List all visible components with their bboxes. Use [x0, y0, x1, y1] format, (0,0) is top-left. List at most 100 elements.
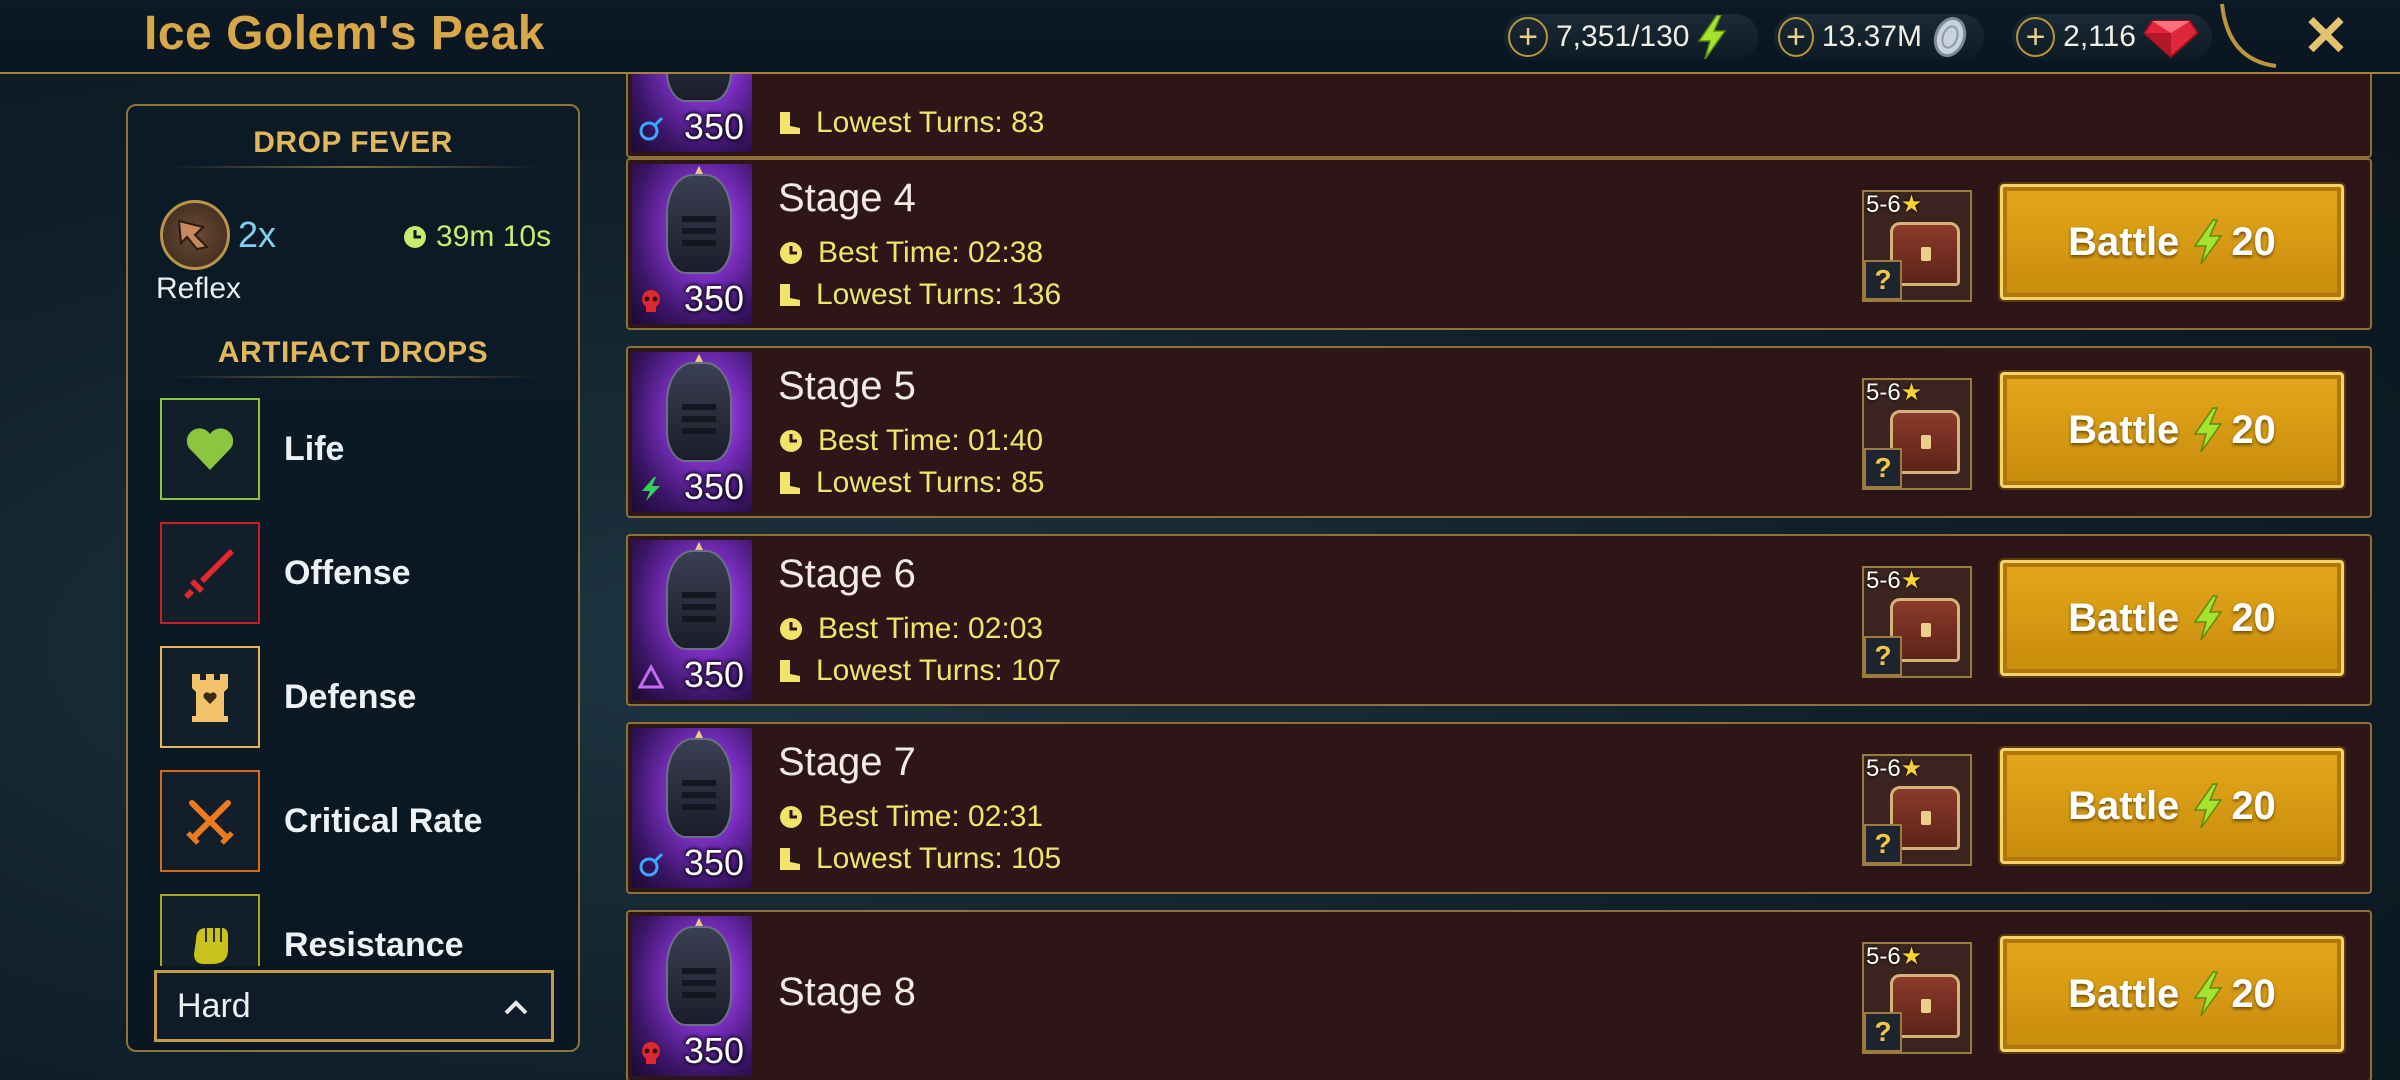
void-affinity-icon [638, 664, 664, 689]
battle-label: Battle [2068, 219, 2180, 264]
best-time: Best Time: 01:40 [778, 424, 1043, 458]
page-title: Ice Golem's Peak [144, 7, 545, 60]
offense-set-icon [160, 522, 260, 624]
clock-icon [780, 806, 802, 828]
add-gems-button[interactable]: + [2016, 17, 2056, 57]
divider [168, 376, 542, 378]
artifact-drops-title: ARTIFACT DROPS [217, 336, 489, 369]
unknown-reward-icon: ? [1864, 824, 1902, 864]
fever-timer-text: 39m 10s [436, 220, 552, 253]
unknown-reward-icon: ? [1864, 636, 1902, 676]
stage-name: Stage 8 [778, 970, 916, 1014]
reward-rank: 5-6 ★ [1866, 942, 1923, 971]
best-time: Best Time: 02:38 [778, 236, 1043, 270]
lowest-turns: Lowest Turns: 83 [778, 106, 1044, 140]
reward-rank: 5-6 ★ [1866, 190, 1923, 219]
energy-bolt-icon [2193, 595, 2223, 641]
drop-item-defense[interactable]: Defense [160, 646, 560, 748]
boot-icon [780, 112, 800, 134]
reward-chest[interactable]: 5-6 ★ ? [1862, 566, 1972, 678]
force-affinity-icon [642, 290, 660, 312]
energy-bolt-icon [2193, 407, 2223, 453]
boss-portrait: 350 [632, 728, 752, 888]
fever-multiplier: 2x [238, 214, 277, 255]
energy-bolt-icon [1695, 15, 1729, 59]
energy-bolt-icon [2193, 971, 2223, 1017]
battle-button[interactable]: Battle 20 [2000, 560, 2344, 676]
boot-icon [780, 284, 800, 306]
boot-icon [780, 848, 800, 870]
defense-set-icon [160, 646, 260, 748]
reward-chest[interactable]: 5-6 ★ ? [1862, 942, 1972, 1054]
star-icon: ★ [1900, 567, 1923, 594]
star-icon: ★ [1900, 755, 1923, 782]
boss-power: 350 [683, 1030, 744, 1071]
add-silver-button[interactable]: + [1778, 17, 1814, 57]
life-set-icon [160, 398, 260, 500]
battle-button[interactable]: Battle 20 [2000, 372, 2344, 488]
lowest-turns-text: Lowest Turns: 85 [816, 466, 1045, 499]
best-time-text: Best Time: 02:03 [818, 612, 1044, 645]
resistance-set-icon [160, 894, 260, 966]
boss-power: 350 [683, 842, 744, 883]
battle-button[interactable]: Battle 20 [2000, 748, 2344, 864]
boss-portrait: 350 [632, 352, 752, 512]
lowest-turns-text: Lowest Turns: 136 [816, 278, 1062, 311]
drop-item-critical-rate[interactable]: Critical Rate [160, 770, 560, 872]
drop-item-life[interactable]: Life [160, 398, 560, 500]
reward-chest[interactable]: 5-6 ★ ? [1862, 378, 1972, 490]
gem-resource[interactable]: + 2,116 [2012, 14, 2212, 60]
reward-rank: 5-6 ★ [1866, 566, 1923, 595]
boot-icon [780, 660, 800, 682]
energy-value: 7,351/130 [1556, 20, 1690, 53]
gem-icon [2142, 15, 2200, 59]
energy-resource[interactable]: + 7,351/130 [1504, 14, 1758, 60]
lowest-turns: Lowest Turns: 85 [778, 466, 1044, 500]
silver-resource[interactable]: + 13.37M [1774, 14, 1984, 60]
reflex-set-icon[interactable] [160, 200, 230, 270]
drop-label: Critical Rate [284, 801, 483, 840]
energy-bolt-icon [2193, 783, 2223, 829]
close-icon[interactable]: ✕ [2298, 8, 2354, 64]
star-icon: ★ [1900, 943, 1923, 970]
drop-label: Offense [284, 553, 411, 592]
lowest-turns: Lowest Turns: 105 [778, 842, 1061, 876]
stage-row-6: 350 Stage 6 Best Time: 02:03 Lowest Turn… [626, 534, 2372, 706]
fever-set-name: Reflex [156, 272, 242, 305]
boot-icon [780, 472, 800, 494]
best-time: Best Time: 02:31 [778, 800, 1043, 834]
reward-rank: 5-6 ★ [1866, 378, 1923, 407]
best-time-text: Best Time: 02:31 [818, 800, 1044, 833]
boss-portrait: 350 [632, 540, 752, 700]
energy-cost: 20 [2231, 783, 2276, 828]
reward-chest[interactable]: 5-6 ★ ? [1862, 754, 1972, 866]
stage-row-4: 350 Stage 4 Best Time: 02:38 Lowest Turn… [626, 158, 2372, 330]
drop-item-offense[interactable]: Offense [160, 522, 560, 624]
stage-list[interactable]: 350 Lowest Turns: 83 ? 350 Stage 4 Best … [626, 74, 2372, 1080]
lowest-turns: Lowest Turns: 107 [778, 654, 1061, 688]
add-energy-button[interactable]: + [1508, 17, 1548, 57]
clock-icon [404, 226, 426, 248]
drop-panel: DROP FEVER 2x 39m 10s Reflex ARTIFACT DR… [126, 104, 580, 1052]
drop-item-resistance[interactable]: Resistance [160, 894, 560, 966]
magic-affinity-icon [639, 116, 664, 141]
unknown-reward-icon: ? [1864, 1012, 1902, 1052]
lowest-turns-text: Lowest Turns: 83 [816, 106, 1045, 139]
star-icon: ★ [1900, 379, 1923, 406]
chevron-up-icon [504, 1000, 528, 1015]
stage-name: Stage 4 [778, 176, 916, 220]
top-bar: Ice Golem's Peak + 7,351/130 + 13.37M + … [0, 0, 2400, 74]
corner-ornament [2220, 3, 2277, 68]
best-time-text: Best Time: 02:38 [818, 236, 1044, 269]
boss-portrait: 350 [632, 74, 752, 152]
battle-label: Battle [2068, 783, 2180, 828]
stage-name: Stage 6 [778, 552, 916, 596]
battle-button[interactable]: Battle 20 [2000, 936, 2344, 1052]
reward-chest[interactable]: 5-6 ★ ? [1862, 190, 1972, 302]
stage-row-3: 350 Lowest Turns: 83 ? [626, 74, 2372, 158]
spirit-affinity-icon [642, 477, 660, 501]
reward-rank: 5-6 ★ [1866, 754, 1923, 783]
difficulty-select[interactable]: Hard [154, 970, 554, 1042]
battle-button[interactable]: Battle 20 [2000, 184, 2344, 300]
boss-power: 350 [683, 278, 744, 319]
